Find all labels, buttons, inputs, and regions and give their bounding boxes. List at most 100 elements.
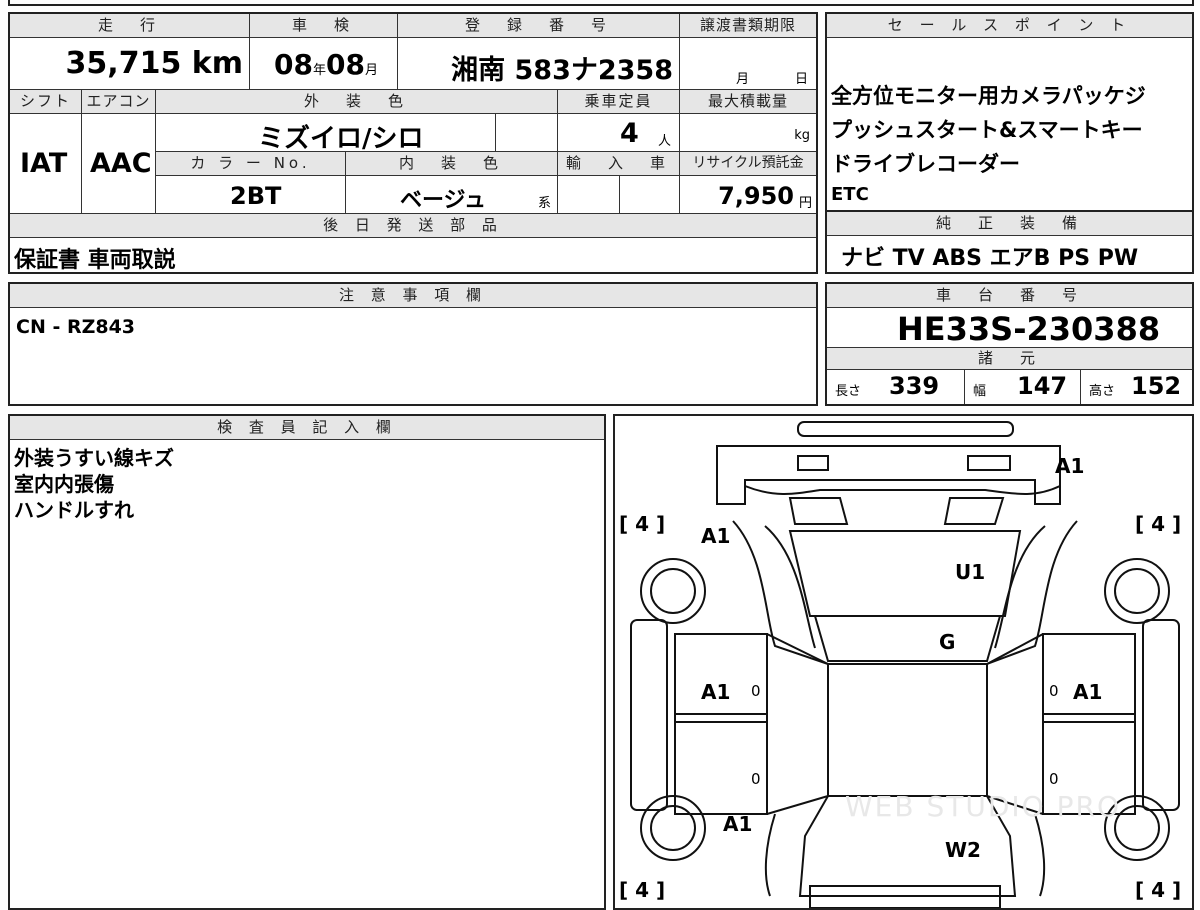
shaken-header: 車 検 bbox=[250, 14, 398, 38]
chassis-header: 車 台 番 号 bbox=[827, 284, 1192, 308]
import-cell-a bbox=[558, 176, 620, 214]
tire-rear-left-readout: [ 4 ] bbox=[619, 878, 665, 902]
damage-mark-front-left-fender: A1 bbox=[701, 524, 731, 548]
damage-mark-rear-left: A1 bbox=[723, 812, 753, 836]
tire-front-left-readout: [ 4 ] bbox=[619, 512, 665, 536]
interior-cell: ベージュ 系 bbox=[346, 176, 558, 214]
capacity-value: 4 bbox=[620, 118, 639, 149]
equipment-box: 純 正 装 備 ナビ TV ABS エアB PS PW bbox=[825, 212, 1194, 274]
spec-height-label: 高さ bbox=[1089, 384, 1116, 399]
bracket-open: [ bbox=[619, 878, 629, 902]
equipment-value: ナビ TV ABS エアB PS PW bbox=[841, 246, 1139, 271]
shaken-cell: 08年08月 bbox=[250, 38, 398, 90]
colorno-header: カ ラ ー No. bbox=[156, 152, 346, 176]
bracket-open: [ bbox=[1135, 512, 1145, 536]
spec-height-cell: 高さ 152 bbox=[1081, 370, 1192, 404]
shaken-year-unit: 年 bbox=[312, 63, 326, 78]
door-marker: 0 bbox=[1049, 682, 1059, 700]
chassis-cell: HE33S-230388 bbox=[827, 308, 1192, 348]
specs-header: 諸 元 bbox=[827, 348, 1192, 370]
shift-header: シフト bbox=[10, 90, 82, 114]
transfer-deadline-cell: 月 日 bbox=[680, 38, 816, 90]
shift-value: IAT bbox=[20, 148, 68, 179]
registration-cell: 湘南 583ナ2358 bbox=[398, 38, 680, 90]
car-diagram-box: [ 4 ] [ 4 ] [ 4 ] [ 4 ] A1 A1 U1 G A1 A1… bbox=[613, 414, 1194, 910]
recycle-unit: 円 bbox=[798, 196, 812, 211]
car-body-diagram bbox=[630, 421, 1180, 908]
spec-length-cell: 長さ 339 bbox=[827, 370, 965, 404]
bracket-open: [ bbox=[1135, 878, 1145, 902]
shaken-month-unit: 月 bbox=[364, 63, 378, 78]
notes-header: 注 意 事 項 欄 bbox=[10, 284, 816, 308]
shaken-year: 08 bbox=[274, 48, 313, 81]
mileage-header: 走 行 bbox=[10, 14, 250, 38]
exterior-header: 外 装 色 bbox=[156, 90, 558, 114]
sales-point-header: セ ー ル ス ポ イ ン ト bbox=[827, 14, 1192, 38]
colorno-cell: 2BT bbox=[156, 176, 346, 214]
spec-length-value: 339 bbox=[889, 372, 940, 400]
sales-point-line: 全方位モニター用カメラパッケジ bbox=[831, 84, 1146, 108]
mileage-value: 35,715 bbox=[65, 46, 182, 81]
notes-box: 注 意 事 項 欄 CN - RZ843 bbox=[8, 282, 818, 406]
interior-suffix: 系 bbox=[537, 196, 551, 211]
recycle-value: 7,950 bbox=[718, 182, 794, 210]
capacity-unit: 人 bbox=[657, 134, 671, 149]
ac-header: エアコン bbox=[82, 90, 156, 114]
damage-mark-front-bumper: A1 bbox=[1055, 454, 1085, 478]
tire-front-right-value: 4 bbox=[1151, 512, 1166, 536]
damage-mark-right-door: A1 bbox=[1073, 680, 1103, 704]
shift-cell: IAT bbox=[10, 114, 82, 214]
spec-width-value: 147 bbox=[1017, 372, 1068, 400]
inspector-box: 検 査 員 記 入 欄 外装うすい線キズ 室内内張傷 ハンドルすれ bbox=[8, 414, 606, 910]
door-marker: 0 bbox=[751, 770, 761, 788]
capacity-cell: 4 人 bbox=[558, 114, 680, 152]
mileage-unit: km bbox=[191, 46, 243, 81]
tire-rear-left-value: 4 bbox=[635, 878, 650, 902]
door-marker: 0 bbox=[1049, 770, 1059, 788]
recycle-header: リサイクル預託金 bbox=[680, 152, 816, 176]
import-cell-b bbox=[620, 176, 680, 214]
spec-length-label: 長さ bbox=[835, 384, 862, 399]
tire-rear-right-readout: [ 4 ] bbox=[1135, 878, 1181, 902]
sales-point-line: ETC bbox=[831, 184, 869, 205]
bracket-close: ] bbox=[1172, 878, 1182, 902]
chassis-box: 車 台 番 号 HE33S-230388 諸 元 長さ 339 幅 147 高さ… bbox=[825, 282, 1194, 406]
shaken-month: 08 bbox=[325, 48, 365, 81]
exterior-cell: ミズイロ/シロ bbox=[156, 114, 496, 152]
door-marker: 0 bbox=[751, 682, 761, 700]
spec-width-label: 幅 bbox=[973, 384, 987, 399]
sales-point-line: ドライブレコーダー bbox=[831, 152, 1020, 176]
damage-mark-rear: W2 bbox=[945, 838, 981, 862]
inspector-header: 検 査 員 記 入 欄 bbox=[10, 416, 604, 440]
damage-mark-windshield: G bbox=[939, 630, 956, 654]
colorno-value: 2BT bbox=[230, 182, 282, 210]
damage-mark-left-door: A1 bbox=[701, 680, 731, 704]
bracket-close: ] bbox=[656, 878, 666, 902]
later-parts-cell: 保証書 車両取説 bbox=[10, 238, 816, 272]
ac-cell: AAC bbox=[82, 114, 156, 214]
inspector-line: 室内内張傷 bbox=[14, 472, 114, 496]
transfer-deadline-header: 譲渡書類期限 bbox=[680, 14, 816, 38]
interior-value: ベージュ bbox=[400, 188, 487, 213]
notes-value: CN - RZ843 bbox=[16, 316, 136, 338]
mileage-cell: 35,715 km bbox=[10, 38, 250, 90]
capacity-header: 乗車定員 bbox=[558, 90, 680, 114]
import-header: 輸 入 車 bbox=[558, 152, 680, 176]
registration-header: 登 録 番 号 bbox=[398, 14, 680, 38]
spec-width-cell: 幅 147 bbox=[965, 370, 1081, 404]
spec-height-value: 152 bbox=[1131, 372, 1182, 400]
bracket-open: [ bbox=[619, 512, 629, 536]
later-parts-value: 保証書 車両取説 bbox=[14, 248, 176, 272]
tire-rear-right-value: 4 bbox=[1151, 878, 1166, 902]
chassis-value: HE33S-230388 bbox=[897, 310, 1161, 348]
equipment-header: 純 正 装 備 bbox=[827, 212, 1192, 236]
later-parts-header: 後 日 発 送 部 品 bbox=[10, 214, 816, 238]
interior-header: 内 装 色 bbox=[346, 152, 558, 176]
maxload-header: 最大積載量 bbox=[680, 90, 816, 114]
bracket-close: ] bbox=[1172, 512, 1182, 536]
exterior-blank-cell bbox=[496, 114, 558, 152]
maxload-cell: kg bbox=[680, 114, 816, 152]
tire-front-right-readout: [ 4 ] bbox=[1135, 512, 1181, 536]
top-strip bbox=[8, 0, 1194, 6]
inspector-line: ハンドルすれ bbox=[14, 498, 134, 522]
